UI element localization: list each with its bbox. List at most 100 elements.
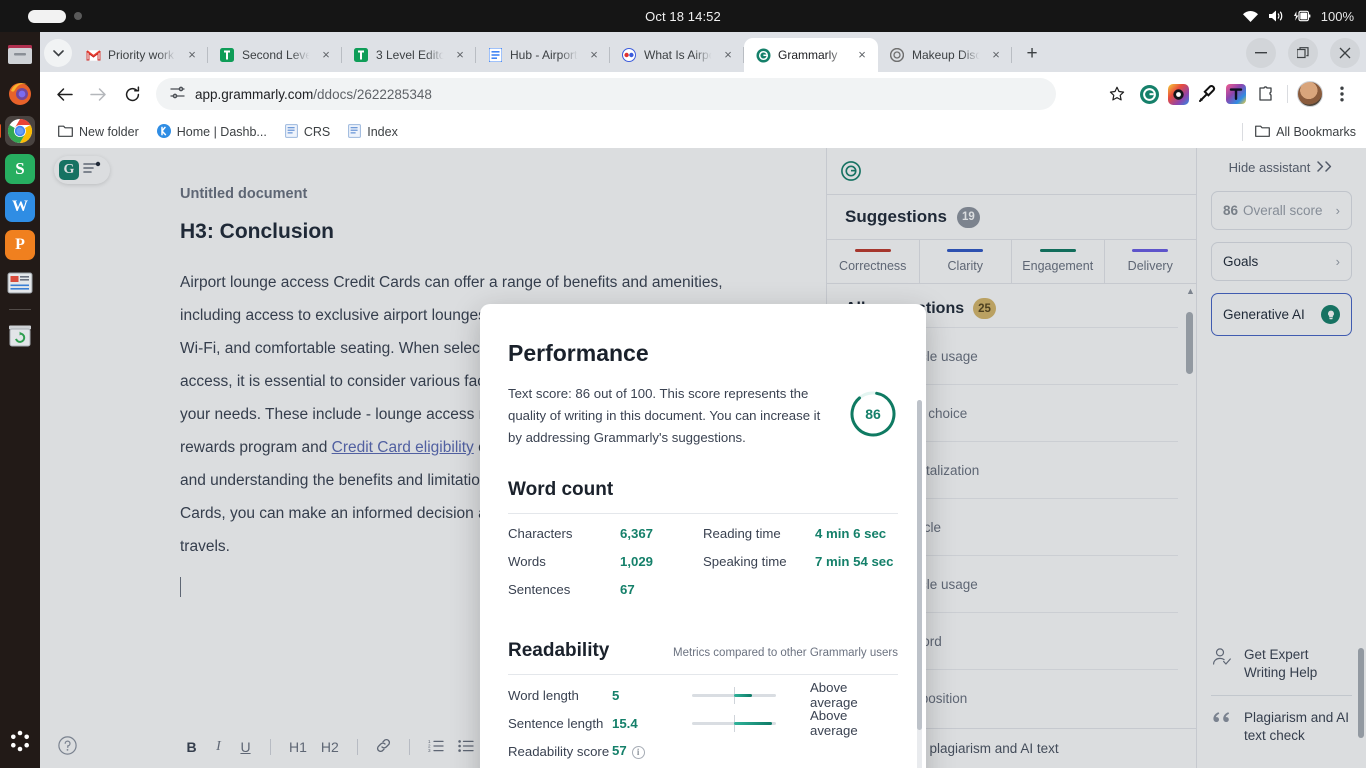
wifi-icon [1242,9,1259,23]
battery-charging-icon [1293,9,1311,23]
bookmark-index[interactable]: Index [340,120,406,145]
word-count-column-left: Characters 6,367 Words 1,029 Sentences 6… [508,526,703,610]
three-dot-menu-icon[interactable] [1326,78,1358,110]
tab-close-icon[interactable]: × [854,47,870,63]
info-icon[interactable]: i [632,746,645,759]
system-status-area[interactable]: 100% [1242,9,1354,24]
word-count-column-right: Reading time 4 min 6 sec Speaking time 7… [703,526,898,610]
show-applications-button[interactable] [5,726,35,756]
bookmark-label: Index [367,125,398,139]
metric-label: Sentences [508,582,620,597]
table-row: Words 1,029 [508,554,703,582]
close-button[interactable] [1330,38,1360,68]
metric-label: Word length [508,688,612,703]
gmail-icon [85,47,101,63]
browser-tab-0[interactable]: Priority work × [74,38,208,72]
tab-close-icon[interactable]: × [318,47,334,63]
reload-button[interactable] [116,78,148,110]
dock-item-chrome[interactable] [5,116,35,146]
bookmark-label: Home | Dashb... [177,125,267,139]
puzzle-extensions-icon[interactable] [1252,81,1278,107]
browser-tab-3[interactable]: Hub - Airport × [476,38,610,72]
new-tab-button[interactable]: + [1018,40,1046,68]
app-dock[interactable]: S W P [0,32,40,768]
profile-avatar[interactable] [1297,81,1323,107]
toolbar-divider [1287,85,1288,103]
dock-item-wps-presentation[interactable]: P [5,230,35,260]
text-score-value: 86 [848,389,898,439]
bookmarks-bar: New folder Home | Dashb... CRS Index [40,116,1366,148]
dock-item-text-editor[interactable] [5,268,35,298]
performance-summary-row: Text score: 86 out of 100. This score re… [508,383,898,449]
word-count-heading: Word count [508,479,898,501]
maximize-button[interactable] [1288,38,1318,68]
table-row: Speaking time 7 min 54 sec [703,554,898,582]
modal-scrollbar-thumb[interactable] [917,400,922,730]
window-controls[interactable] [1246,38,1360,68]
bar-fill [734,722,772,725]
tab-search-button[interactable] [44,39,72,67]
dock-item-wps-writer[interactable]: W [5,192,35,222]
volume-icon [1268,9,1284,23]
star-icon[interactable] [1101,78,1133,110]
readability-score-number: 57 [612,743,627,758]
tune-icon[interactable] [170,85,185,103]
browser-tab-4[interactable]: What Is Airpo × [610,38,744,72]
tab-close-icon[interactable]: × [184,47,200,63]
address-bar[interactable]: app.grammarly.com/ddocs/2622285348 [156,78,1056,110]
toolbar-right-icons [1101,78,1358,110]
metric-value: 67 [620,582,635,597]
colorful-circle-extension-icon[interactable] [1165,81,1191,107]
table-row: Word length 5 Above average [508,681,898,709]
tab-strip: Priority work × Second Leve × 3 Level Ed… [40,32,1366,72]
metric-label: Speaking time [703,554,815,569]
system-clock[interactable]: Oct 18 14:52 [0,9,1366,24]
chrome-window: Priority work × Second Leve × 3 Level Ed… [40,32,1366,768]
comparison-label: Above average [810,680,898,710]
browser-tab-5-active[interactable]: Grammarly × [744,38,878,72]
all-bookmarks-button[interactable]: All Bookmarks [1236,123,1356,141]
word-count-divider [508,513,898,514]
back-button[interactable] [48,78,80,110]
dock-item-wps-spreadsheet[interactable]: S [5,154,35,184]
grammarly-extension-icon[interactable] [1136,81,1162,107]
metric-value: 4 min 6 sec [815,526,886,541]
modal-scrollbar[interactable] [917,400,922,768]
bookmark-new-folder[interactable]: New folder [50,120,147,144]
doc-icon [285,124,298,141]
tab-close-icon[interactable]: × [988,47,1004,63]
browser-tab-2[interactable]: 3 Level Edito × [342,38,476,72]
t-extension-icon[interactable] [1223,81,1249,107]
readability-heading: Readability [508,640,609,662]
docs-icon [353,47,369,63]
dock-item-trash[interactable] [5,321,35,351]
tab-title: Hub - Airport [510,48,579,62]
tab-title: Second Leve [242,48,311,62]
grammarly-app: G Untitled document H3: Conclusion Airpo… [40,148,1366,768]
metric-value: 6,367 [620,526,653,541]
dock-item-firefox[interactable] [5,78,35,108]
metric-value: 15.4 [612,716,692,731]
tab-close-icon[interactable]: × [720,47,736,63]
text-score-ring: 86 [848,389,898,439]
system-top-bar: Oct 18 14:52 100% [0,0,1366,32]
grammarly-icon [755,47,771,63]
browser-tab-1[interactable]: Second Leve × [208,38,342,72]
table-row: Sentence length 15.4 Above average [508,709,898,737]
forward-button[interactable] [82,78,114,110]
minimize-button[interactable] [1246,38,1276,68]
comparison-label: Above average [810,708,898,738]
readability-header: Readability Metrics compared to other Gr… [508,640,898,662]
tab-close-icon[interactable]: × [586,47,602,63]
browser-toolbar: app.grammarly.com/ddocs/2622285348 [40,72,1366,116]
eyedropper-extension-icon[interactable] [1194,81,1220,107]
browser-tab-6[interactable]: Makeup Disc × [878,38,1012,72]
bookmark-home-dashboard[interactable]: Home | Dashb... [149,120,275,145]
tab-close-icon[interactable]: × [452,47,468,63]
performance-modal: Performance Text score: 86 out of 100. T… [480,304,926,768]
table-row: Sentences 67 [508,582,703,610]
tab-title: Makeup Disc [912,48,981,62]
dock-item-files[interactable] [5,40,35,70]
table-row: Readability score 57i [508,737,898,765]
bookmark-crs[interactable]: CRS [277,120,338,145]
